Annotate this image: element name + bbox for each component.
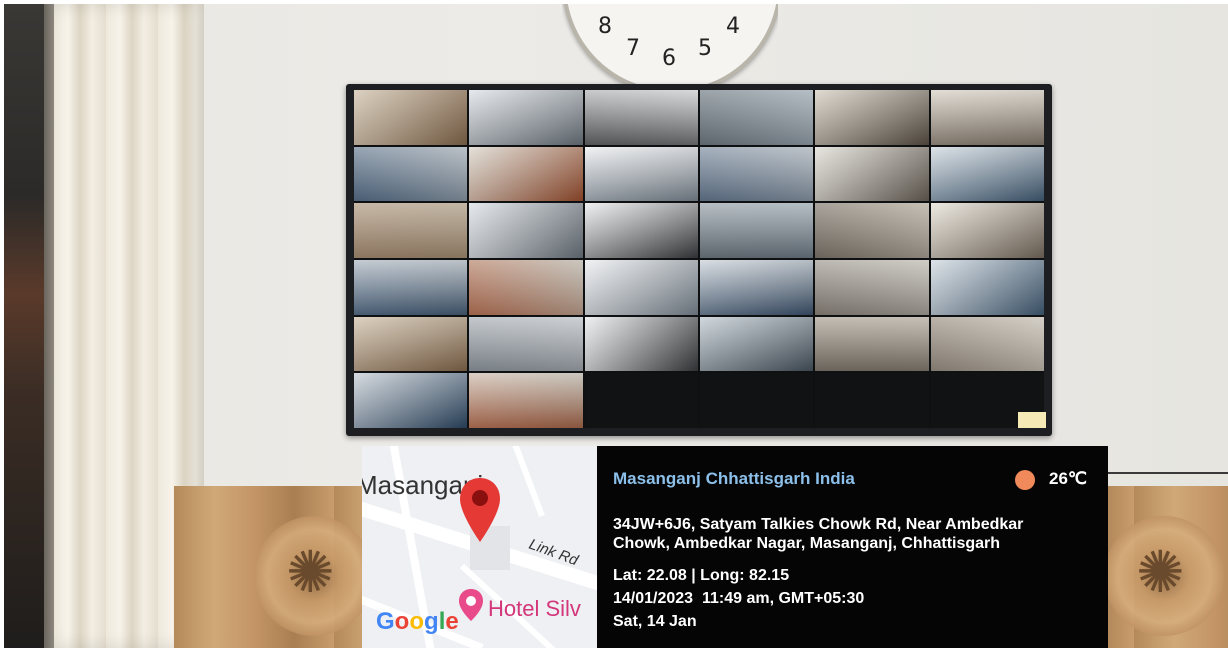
camera-feed <box>584 203 698 258</box>
datetime: 14/01/2023 11:49 am, GMT+05:30 <box>613 590 865 607</box>
camera-feed <box>354 90 468 145</box>
camera-feed <box>700 316 814 372</box>
camera-feed <box>815 146 929 202</box>
camera-feed <box>700 146 814 202</box>
day-label: Sat, 14 Jan <box>613 613 697 630</box>
tile-star-icon: ✺ <box>1136 540 1185 605</box>
clock-numeral: 4 <box>726 14 740 39</box>
camera-feed <box>584 146 698 202</box>
camera-feed <box>354 146 468 202</box>
camera-feed <box>584 316 698 372</box>
map-pin-icon <box>460 478 500 542</box>
coordinates: Lat: 22.08 | Long: 82.15 <box>613 567 790 584</box>
camera-feed <box>469 146 583 202</box>
camera-feed <box>930 203 1044 258</box>
wall-clock: 8 7 6 5 4 <box>562 4 778 90</box>
bitrate-stats-panel <box>815 373 929 428</box>
camera-feed <box>469 90 583 145</box>
sticker <box>1018 412 1046 428</box>
camera-feed <box>354 260 468 315</box>
camera-feed <box>930 90 1044 145</box>
camera-feed <box>930 316 1044 372</box>
camera-feed <box>815 90 929 145</box>
camera-feed <box>700 203 814 258</box>
google-logo: Google <box>376 608 459 635</box>
map-poi-label: Hotel Silv <box>488 596 581 621</box>
camera-feed <box>700 90 814 145</box>
map-thumbnail[interactable]: Masanganj Link Rd Hotel Silv Google <box>362 446 597 648</box>
photo: ✺ ✺ 8 7 6 5 4 Masanganj Link Rd Hotel Si… <box>4 4 1228 648</box>
geotag-overlay: Masanganj Link Rd Hotel Silv Google Masa… <box>362 446 1108 648</box>
clock-numeral: 5 <box>698 36 712 61</box>
camera-feed <box>815 203 929 258</box>
temperature-dot-icon <box>1015 470 1035 490</box>
cctv-grid <box>354 90 1044 428</box>
google-pin-icon <box>459 589 483 621</box>
clock-numeral: 7 <box>626 36 640 61</box>
camera-feed <box>930 146 1044 202</box>
camera-feed <box>469 316 583 372</box>
cable <box>1108 472 1228 474</box>
camera-feed <box>354 203 468 258</box>
camera-feed <box>815 316 929 372</box>
cctv-monitor <box>346 84 1052 436</box>
camera-feed <box>469 373 583 428</box>
clock-numeral: 8 <box>598 14 612 39</box>
camera-feed <box>469 203 583 258</box>
camera-feed <box>354 373 468 428</box>
address: 34JW+6J6, Satyam Talkies Chowk Rd, Near … <box>613 515 1093 553</box>
camera-feed <box>930 260 1044 315</box>
location-title: Masanganj Chhattisgarh India <box>613 469 855 488</box>
camera-feed <box>354 316 468 372</box>
camera-feed <box>469 260 583 315</box>
tile-star-icon: ✺ <box>286 540 335 605</box>
bitrate-stats-panel <box>700 373 814 428</box>
camera-feed <box>584 260 698 315</box>
location-info: Masanganj Chhattisgarh India 26℃ 34JW+6J… <box>597 446 1108 648</box>
camera-feed <box>584 90 698 145</box>
address-line: Chowk, Ambedkar Nagar, Masanganj, Chhatt… <box>613 535 1001 552</box>
address-line: 34JW+6J6, Satyam Talkies Chowk Rd, Near … <box>613 516 1024 533</box>
camera-feed <box>700 260 814 315</box>
clock-face: 8 7 6 5 4 <box>562 4 778 90</box>
bitrate-stats-panel <box>584 373 698 428</box>
camera-feed <box>815 260 929 315</box>
clock-numeral: 6 <box>662 46 676 71</box>
temperature: 26℃ <box>1049 469 1088 488</box>
